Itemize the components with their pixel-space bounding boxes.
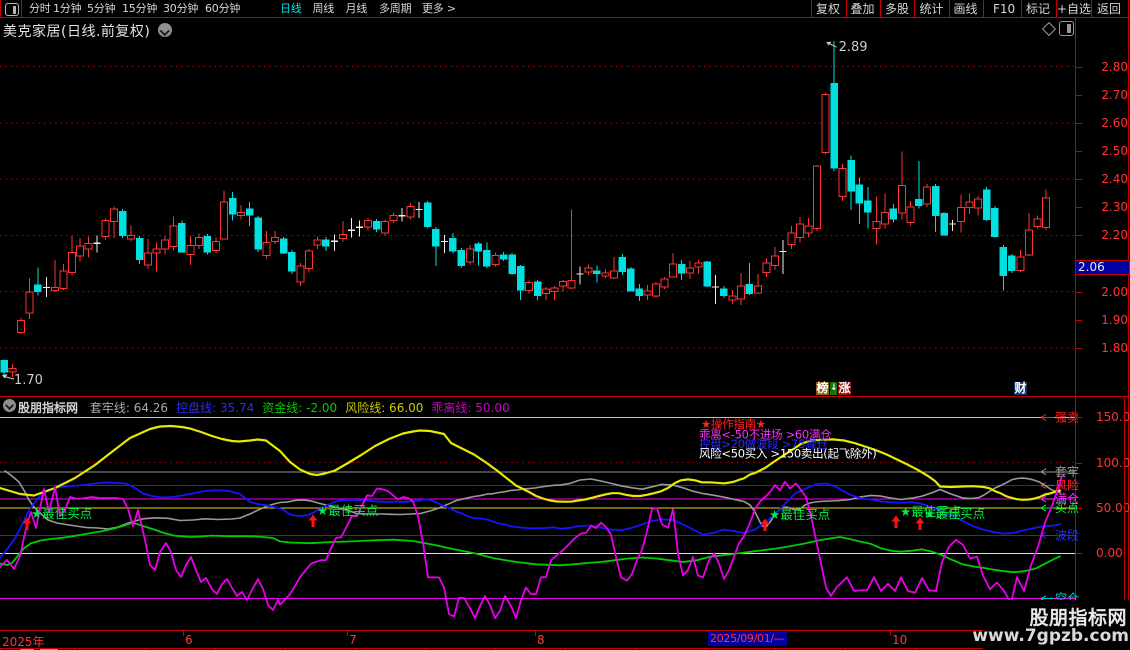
button-返回[interactable]: 返回 [1097, 2, 1121, 16]
price-tick [1076, 95, 1082, 96]
tab-更多 >[interactable]: 更多 > [422, 2, 456, 16]
button-画线[interactable]: 画线 [954, 2, 978, 16]
curve-资金线 [0, 523, 1060, 573]
watermark-url: www.7gpzb.com [972, 626, 1129, 646]
price-tick [1076, 151, 1082, 152]
watermark: 股朋指标网 www.7gpzb.com [983, 600, 1130, 650]
tab-周线[interactable]: 周线 [313, 2, 335, 16]
event-badge-涨[interactable]: 涨 [838, 382, 851, 395]
svg-text:买点: 买点 [1055, 501, 1079, 515]
toolbar-separator [1021, 0, 1022, 18]
event-badge-↓[interactable]: ↓ [830, 382, 837, 395]
buy-point-labels: ★最佳买点★最佳买点★最佳买点★最佳买点★最佳买点 [23, 503, 986, 531]
buy-point-label: ★最佳买点 [317, 503, 378, 518]
price-label: 2.40 [1094, 172, 1128, 186]
tab-30分钟[interactable]: 30分钟 [163, 2, 198, 16]
price-tick [1076, 67, 1082, 68]
button-+自选[interactable]: +自选 [1057, 2, 1091, 16]
candlestick-chart[interactable]: 2.89 1.70 [0, 18, 1130, 396]
svg-text:波段: 波段 [1055, 527, 1079, 542]
price-tick [1076, 123, 1082, 124]
button-叠加[interactable]: 叠加 [851, 2, 875, 16]
toolbar-separator [811, 0, 812, 18]
svg-text:强卖: 强卖 [1055, 410, 1079, 424]
toolbar-separator [846, 0, 847, 18]
button-标记[interactable]: 标记 [1026, 2, 1050, 16]
tab-60分钟[interactable]: 60分钟 [205, 2, 240, 16]
last-price-badge: 2.06 [1075, 260, 1130, 275]
price-label: 1.90 [1094, 313, 1128, 327]
price-tick [1076, 348, 1082, 349]
tab-15分钟[interactable]: 15分钟 [122, 2, 157, 16]
panel-split-icon [5, 3, 19, 16]
trading-app-window: 分时1分钟 5分钟 15分钟 30分钟 60分钟 日线周线月线多周期更多 > 复权叠加多股… [0, 0, 1130, 650]
buy-point-label: ★最佳买点 [769, 507, 830, 522]
toolbar-separator [949, 0, 950, 18]
tab-5分钟[interactable]: 5分钟 [87, 2, 115, 16]
layout-button[interactable] [1, 0, 22, 18]
price-label: 2.00 [1094, 285, 1128, 299]
price-label: 2.50 [1094, 144, 1128, 158]
tab-多周期[interactable]: 多周期 [379, 2, 411, 16]
svg-text:套牢: 套牢 [1055, 464, 1079, 479]
period-toolbar: 分时1分钟 5分钟 15分钟 30分钟 60分钟 日线周线月线多周期更多 > 复权叠加多股… [0, 0, 1130, 18]
tab-分时[interactable]: 分时 [29, 2, 51, 16]
price-annotations: 2.89 1.70 [2, 40, 868, 388]
tab-1分钟[interactable]: 1分钟 [53, 2, 81, 16]
toolbar-separator [1091, 0, 1092, 18]
button-多股[interactable]: 多股 [885, 2, 909, 16]
svg-text:风险<50买入 >150卖出(起飞除外): 风险<50买入 >150卖出(起飞除外) [699, 447, 876, 461]
indicator-chart[interactable]: 强卖套牢风险满仓买点波段空仓★操作指南★乖离<-50不进场 >60满仓控盘>20… [0, 396, 1130, 648]
tab-月线[interactable]: 月线 [346, 2, 368, 16]
price-tick [1076, 235, 1082, 236]
indicator-curves [0, 426, 1062, 618]
price-label: 1.80 [1094, 341, 1128, 355]
event-badge-榜[interactable]: 榜 [816, 382, 829, 395]
tab-日线[interactable]: 日线 [280, 2, 302, 16]
buy-point-label: ★最佳买点 [924, 506, 985, 521]
price-tick [1076, 320, 1082, 321]
price-label: 2.30 [1094, 200, 1128, 214]
toolbar-separator [1056, 0, 1057, 18]
high-annotation: 2.89 [839, 40, 868, 55]
event-badge-财[interactable]: 财 [1014, 382, 1027, 395]
price-label: 2.20 [1094, 228, 1128, 242]
buy-point-label: ★最佳买点 [31, 506, 92, 521]
price-label: 2.80 [1094, 60, 1128, 74]
button-统计[interactable]: 统计 [920, 2, 944, 16]
strategy-guide-text: ★操作指南★乖离<-50不进场 >60满仓控盘>20做波段 >75减仓风险<50… [699, 417, 876, 461]
curve-套牢线 [5, 471, 1060, 529]
candles [1, 41, 1050, 377]
button-复权[interactable]: 复权 [816, 2, 840, 16]
toolbar-separator [983, 0, 984, 18]
price-tick [1076, 179, 1082, 180]
price-tick [1076, 292, 1082, 293]
low-annotation: 1.70 [14, 373, 43, 388]
price-label: 2.60 [1094, 116, 1128, 130]
curve-风险线 [0, 426, 1060, 502]
toolbar-separator [914, 0, 915, 18]
toolbar-separator [880, 0, 881, 18]
curve-控盘线 [0, 483, 1060, 559]
price-tick [1076, 207, 1082, 208]
price-label: 2.70 [1094, 88, 1128, 102]
button-F10[interactable]: F10 [993, 2, 1015, 16]
